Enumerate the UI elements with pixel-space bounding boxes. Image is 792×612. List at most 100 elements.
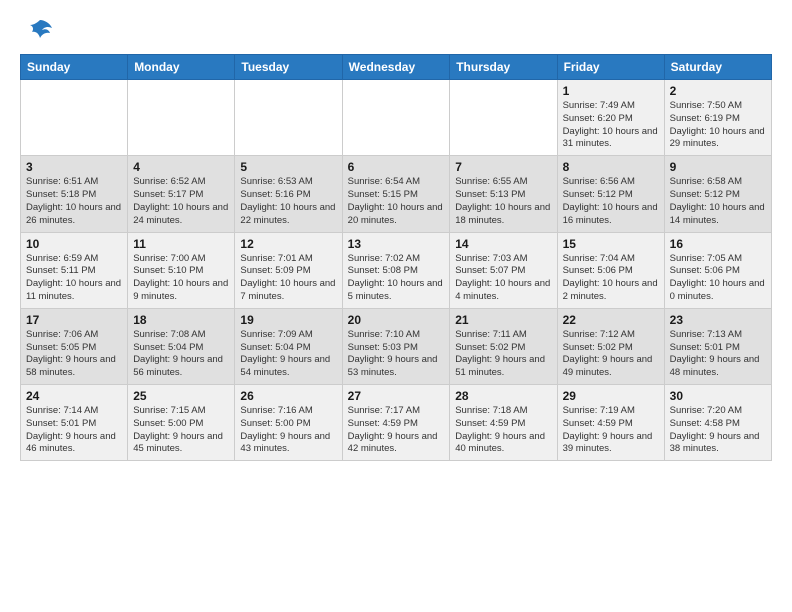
day-info: Sunrise: 6:52 AM Sunset: 5:17 PM Dayligh… — [133, 176, 229, 227]
calendar-cell: 25 Sunrise: 7:15 AM Sunset: 5:00 PM Dayli… — [128, 385, 235, 461]
day-number: 14 — [455, 237, 551, 251]
weekday-header-monday: Monday — [128, 55, 235, 80]
calendar-cell: 11Sunrise: 7:00 AM Sunset: 5:10 PM Dayli… — [128, 232, 235, 308]
calendar-cell: 4 Sunrise: 6:52 AM Sunset: 5:17 PM Daylig… — [128, 156, 235, 232]
calendar-cell: 22 Sunrise: 7:12 AM Sunset: 5:02 PM Dayli… — [557, 308, 664, 384]
calendar-cell: 9 Sunrise: 6:58 AM Sunset: 5:12 PM Daylig… — [664, 156, 771, 232]
day-info: Sunrise: 7:20 AM Sunset: 4:58 PM Dayligh… — [670, 405, 766, 456]
day-number: 15 — [563, 237, 659, 251]
day-number: 24 — [26, 389, 122, 403]
day-info: Sunrise: 6:58 AM Sunset: 5:12 PM Dayligh… — [670, 176, 766, 227]
day-number: 13 — [348, 237, 445, 251]
day-number: 3 — [26, 160, 122, 174]
calendar-cell: 14 Sunrise: 7:03 AM Sunset: 5:07 PM Dayli… — [450, 232, 557, 308]
day-number: 9 — [670, 160, 766, 174]
calendar-cell: 24 Sunrise: 7:14 AM Sunset: 5:01 PM Dayli… — [21, 385, 128, 461]
calendar-cell: 19 Sunrise: 7:09 AM Sunset: 5:04 PM Dayli… — [235, 308, 342, 384]
calendar-cell: 26Sunrise: 7:16 AM Sunset: 5:00 PM Dayli… — [235, 385, 342, 461]
logo — [20, 16, 54, 44]
day-info: Sunrise: 6:56 AM Sunset: 5:12 PM Dayligh… — [563, 176, 659, 227]
day-info: Sunrise: 7:05 AM Sunset: 5:06 PM Dayligh… — [670, 253, 766, 304]
calendar-cell: 27Sunrise: 7:17 AM Sunset: 4:59 PM Dayli… — [342, 385, 450, 461]
day-info: Sunrise: 6:53 AM Sunset: 5:16 PM Dayligh… — [240, 176, 336, 227]
day-info: Sunrise: 7:06 AM Sunset: 5:05 PM Dayligh… — [26, 329, 122, 380]
calendar-week-row: 24 Sunrise: 7:14 AM Sunset: 5:01 PM Dayli… — [21, 385, 772, 461]
calendar-table: SundayMondayTuesdayWednesdayThursdayFrid… — [20, 54, 772, 461]
day-info: Sunrise: 7:02 AM Sunset: 5:08 PM Dayligh… — [348, 253, 445, 304]
day-number: 27 — [348, 389, 445, 403]
day-info: Sunrise: 7:11 AM Sunset: 5:02 PM Dayligh… — [455, 329, 551, 380]
calendar-week-row: 1Sunrise: 7:49 AM Sunset: 6:20 PM Daylig… — [21, 80, 772, 156]
weekday-header-row: SundayMondayTuesdayWednesdayThursdayFrid… — [21, 55, 772, 80]
calendar-cell: 3 Sunrise: 6:51 AM Sunset: 5:18 PM Daylig… — [21, 156, 128, 232]
header — [20, 16, 772, 44]
day-number: 10 — [26, 237, 122, 251]
day-number: 4 — [133, 160, 229, 174]
day-info: Sunrise: 6:59 AM Sunset: 5:11 PM Dayligh… — [26, 253, 122, 304]
day-number: 8 — [563, 160, 659, 174]
calendar-week-row: 3 Sunrise: 6:51 AM Sunset: 5:18 PM Daylig… — [21, 156, 772, 232]
calendar-cell: 7 Sunrise: 6:55 AM Sunset: 5:13 PM Daylig… — [450, 156, 557, 232]
day-info: Sunrise: 7:18 AM Sunset: 4:59 PM Dayligh… — [455, 405, 551, 456]
day-info: Sunrise: 7:14 AM Sunset: 5:01 PM Dayligh… — [26, 405, 122, 456]
calendar-cell: 2Sunrise: 7:50 AM Sunset: 6:19 PM Daylig… — [664, 80, 771, 156]
calendar-cell — [342, 80, 450, 156]
calendar-cell — [450, 80, 557, 156]
calendar-cell: 28 Sunrise: 7:18 AM Sunset: 4:59 PM Dayli… — [450, 385, 557, 461]
day-info: Sunrise: 7:01 AM Sunset: 5:09 PM Dayligh… — [240, 253, 336, 304]
day-number: 25 — [133, 389, 229, 403]
day-info: Sunrise: 7:49 AM Sunset: 6:20 PM Dayligh… — [563, 100, 659, 151]
day-number: 22 — [563, 313, 659, 327]
day-number: 28 — [455, 389, 551, 403]
day-info: Sunrise: 7:04 AM Sunset: 5:06 PM Dayligh… — [563, 253, 659, 304]
day-info: Sunrise: 7:15 AM Sunset: 5:00 PM Dayligh… — [133, 405, 229, 456]
day-number: 26 — [240, 389, 336, 403]
day-info: Sunrise: 7:09 AM Sunset: 5:04 PM Dayligh… — [240, 329, 336, 380]
calendar-cell — [128, 80, 235, 156]
calendar-cell: 21 Sunrise: 7:11 AM Sunset: 5:02 PM Dayli… — [450, 308, 557, 384]
calendar-cell: 5Sunrise: 6:53 AM Sunset: 5:16 PM Daylig… — [235, 156, 342, 232]
weekday-header-thursday: Thursday — [450, 55, 557, 80]
day-info: Sunrise: 6:54 AM Sunset: 5:15 PM Dayligh… — [348, 176, 445, 227]
day-number: 19 — [240, 313, 336, 327]
calendar-cell: 13 Sunrise: 7:02 AM Sunset: 5:08 PM Dayli… — [342, 232, 450, 308]
calendar-cell: 10 Sunrise: 6:59 AM Sunset: 5:11 PM Dayli… — [21, 232, 128, 308]
day-info: Sunrise: 7:12 AM Sunset: 5:02 PM Dayligh… — [563, 329, 659, 380]
day-info: Sunrise: 7:03 AM Sunset: 5:07 PM Dayligh… — [455, 253, 551, 304]
calendar-cell — [21, 80, 128, 156]
day-number: 16 — [670, 237, 766, 251]
calendar-header: SundayMondayTuesdayWednesdayThursdayFrid… — [21, 55, 772, 80]
day-number: 7 — [455, 160, 551, 174]
day-info: Sunrise: 7:10 AM Sunset: 5:03 PM Dayligh… — [348, 329, 445, 380]
calendar-cell: 23 Sunrise: 7:13 AM Sunset: 5:01 PM Dayli… — [664, 308, 771, 384]
calendar-cell: 20 Sunrise: 7:10 AM Sunset: 5:03 PM Dayli… — [342, 308, 450, 384]
calendar-cell: 12 Sunrise: 7:01 AM Sunset: 5:09 PM Dayli… — [235, 232, 342, 308]
day-info: Sunrise: 7:00 AM Sunset: 5:10 PM Dayligh… — [133, 253, 229, 304]
day-number: 12 — [240, 237, 336, 251]
calendar-cell: 15 Sunrise: 7:04 AM Sunset: 5:06 PM Dayli… — [557, 232, 664, 308]
logo-bird-icon — [26, 16, 54, 44]
day-number: 29 — [563, 389, 659, 403]
day-number: 17 — [26, 313, 122, 327]
day-info: Sunrise: 7:19 AM Sunset: 4:59 PM Dayligh… — [563, 405, 659, 456]
calendar-cell: 8 Sunrise: 6:56 AM Sunset: 5:12 PM Daylig… — [557, 156, 664, 232]
day-info: Sunrise: 6:55 AM Sunset: 5:13 PM Dayligh… — [455, 176, 551, 227]
day-number: 21 — [455, 313, 551, 327]
day-number: 23 — [670, 313, 766, 327]
calendar-body: 1Sunrise: 7:49 AM Sunset: 6:20 PM Daylig… — [21, 80, 772, 461]
weekday-header-friday: Friday — [557, 55, 664, 80]
calendar-cell: 18Sunrise: 7:08 AM Sunset: 5:04 PM Dayli… — [128, 308, 235, 384]
calendar-cell: 29 Sunrise: 7:19 AM Sunset: 4:59 PM Dayli… — [557, 385, 664, 461]
day-info: Sunrise: 7:13 AM Sunset: 5:01 PM Dayligh… — [670, 329, 766, 380]
calendar-week-row: 10 Sunrise: 6:59 AM Sunset: 5:11 PM Dayli… — [21, 232, 772, 308]
weekday-header-saturday: Saturday — [664, 55, 771, 80]
day-info: Sunrise: 6:51 AM Sunset: 5:18 PM Dayligh… — [26, 176, 122, 227]
day-number: 20 — [348, 313, 445, 327]
day-number: 2 — [670, 84, 766, 98]
calendar-cell: 17 Sunrise: 7:06 AM Sunset: 5:05 PM Dayli… — [21, 308, 128, 384]
day-info: Sunrise: 7:08 AM Sunset: 5:04 PM Dayligh… — [133, 329, 229, 380]
weekday-header-tuesday: Tuesday — [235, 55, 342, 80]
day-number: 6 — [348, 160, 445, 174]
calendar-cell: 16 Sunrise: 7:05 AM Sunset: 5:06 PM Dayli… — [664, 232, 771, 308]
calendar-cell: 6 Sunrise: 6:54 AM Sunset: 5:15 PM Daylig… — [342, 156, 450, 232]
